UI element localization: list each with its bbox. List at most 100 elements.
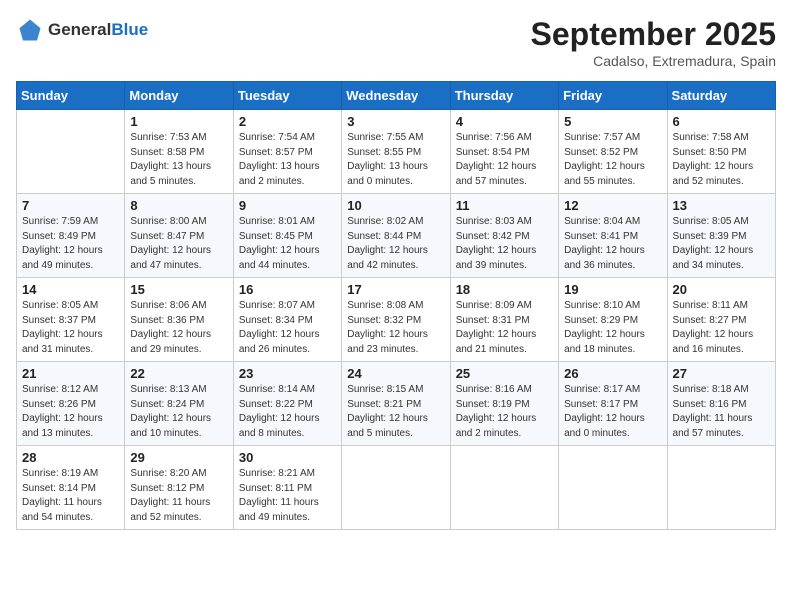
day-number: 18 [456, 282, 553, 297]
calendar-cell: 2 Sunrise: 7:54 AMSunset: 8:57 PMDaylight… [233, 110, 341, 194]
day-info: Sunrise: 8:08 AMSunset: 8:32 PMDaylight:… [347, 299, 444, 357]
logo-text: General Blue [48, 20, 148, 40]
calendar-cell: 8Sunrise: 8:00 AMSunset: 8:47 PMDaylight… [125, 194, 233, 278]
calendar-cell: 3Sunrise: 7:55 AMSunset: 8:55 PMDaylight… [342, 110, 450, 194]
calendar-cell: 25 Sunrise: 8:16 AMSunset: 8:19 PMDayligh… [450, 362, 558, 446]
day-number: 27 [673, 366, 770, 381]
weekday-header-sunday: Sunday [17, 82, 125, 110]
calendar-week-row: 28 Sunrise: 8:19 AMSunset: 8:14 PMDayligh… [17, 446, 776, 530]
day-info: Sunrise: 8:12 AMSunset: 8:26 PMDaylight:… [22, 383, 119, 441]
day-info: Sunrise: 8:02 AMSunset: 8:44 PMDaylight:… [347, 215, 444, 273]
month-title: September 2025 [531, 16, 776, 53]
day-number: 2 [239, 114, 336, 129]
calendar-cell: 15 Sunrise: 8:06 AMSunset: 8:36 PMDayligh… [125, 278, 233, 362]
logo-blue: Blue [111, 20, 148, 40]
day-info: Sunrise: 7:54 AMSunset: 8:57 PMDaylight:… [239, 131, 336, 189]
day-number: 15 [130, 282, 227, 297]
calendar-cell: 29 Sunrise: 8:20 AMSunset: 8:12 PMDayligh… [125, 446, 233, 530]
day-number: 7 [22, 198, 119, 213]
weekday-header-saturday: Saturday [667, 82, 775, 110]
day-info: Sunrise: 8:13 AMSunset: 8:24 PMDaylight:… [130, 383, 227, 441]
day-info: Sunrise: 7:58 AMSunset: 8:50 PMDaylight:… [673, 131, 770, 189]
day-number: 16 [239, 282, 336, 297]
calendar-cell: 24Sunrise: 8:15 AMSunset: 8:21 PMDayligh… [342, 362, 450, 446]
day-number: 10 [347, 198, 444, 213]
day-number: 20 [673, 282, 770, 297]
calendar-cell: 1Sunrise: 7:53 AMSunset: 8:58 PMDaylight… [125, 110, 233, 194]
day-number: 29 [130, 450, 227, 465]
calendar-cell: 27 Sunrise: 8:18 AMSunset: 8:16 PMDayligh… [667, 362, 775, 446]
day-number: 12 [564, 198, 661, 213]
day-number: 19 [564, 282, 661, 297]
day-info: Sunrise: 8:18 AMSunset: 8:16 PMDaylight:… [673, 383, 770, 441]
calendar-cell [342, 446, 450, 530]
calendar-cell: 26Sunrise: 8:17 AMSunset: 8:17 PMDayligh… [559, 362, 667, 446]
weekday-header-tuesday: Tuesday [233, 82, 341, 110]
day-number: 28 [22, 450, 119, 465]
day-number: 25 [456, 366, 553, 381]
calendar-cell: 19 Sunrise: 8:10 AMSunset: 8:29 PMDayligh… [559, 278, 667, 362]
day-info: Sunrise: 8:11 AMSunset: 8:27 PMDaylight:… [673, 299, 770, 357]
calendar-cell: 16 Sunrise: 8:07 AMSunset: 8:34 PMDayligh… [233, 278, 341, 362]
calendar-cell: 21 Sunrise: 8:12 AMSunset: 8:26 PMDayligh… [17, 362, 125, 446]
day-info: Sunrise: 8:04 AMSunset: 8:41 PMDaylight:… [564, 215, 661, 273]
calendar-cell: 20 Sunrise: 8:11 AMSunset: 8:27 PMDayligh… [667, 278, 775, 362]
day-info: Sunrise: 8:05 AMSunset: 8:39 PMDaylight:… [673, 215, 770, 273]
calendar-cell: 9 Sunrise: 8:01 AMSunset: 8:45 PMDaylight… [233, 194, 341, 278]
day-number: 23 [239, 366, 336, 381]
calendar-week-row: 1Sunrise: 7:53 AMSunset: 8:58 PMDaylight… [17, 110, 776, 194]
day-info: Sunrise: 7:59 AMSunset: 8:49 PMDaylight:… [22, 215, 119, 273]
weekday-header-thursday: Thursday [450, 82, 558, 110]
logo-general: General [48, 20, 111, 40]
day-info: Sunrise: 8:14 AMSunset: 8:22 PMDaylight:… [239, 383, 336, 441]
calendar-week-row: 7 Sunrise: 7:59 AMSunset: 8:49 PMDaylight… [17, 194, 776, 278]
day-number: 14 [22, 282, 119, 297]
title-block: September 2025 Cadalso, Extremadura, Spa… [531, 16, 776, 69]
calendar-cell: 11 Sunrise: 8:03 AMSunset: 8:42 PMDayligh… [450, 194, 558, 278]
day-info: Sunrise: 8:17 AMSunset: 8:17 PMDaylight:… [564, 383, 661, 441]
weekday-header-friday: Friday [559, 82, 667, 110]
day-info: Sunrise: 8:05 AMSunset: 8:37 PMDaylight:… [22, 299, 119, 357]
day-number: 22 [130, 366, 227, 381]
calendar-cell: 12 Sunrise: 8:04 AMSunset: 8:41 PMDayligh… [559, 194, 667, 278]
calendar-cell: 14 Sunrise: 8:05 AMSunset: 8:37 PMDayligh… [17, 278, 125, 362]
day-number: 13 [673, 198, 770, 213]
subtitle: Cadalso, Extremadura, Spain [531, 53, 776, 69]
day-info: Sunrise: 8:07 AMSunset: 8:34 PMDaylight:… [239, 299, 336, 357]
day-info: Sunrise: 8:15 AMSunset: 8:21 PMDaylight:… [347, 383, 444, 441]
day-info: Sunrise: 8:06 AMSunset: 8:36 PMDaylight:… [130, 299, 227, 357]
calendar-cell: 18 Sunrise: 8:09 AMSunset: 8:31 PMDayligh… [450, 278, 558, 362]
day-number: 3 [347, 114, 444, 129]
calendar-cell: 4Sunrise: 7:56 AMSunset: 8:54 PMDaylight… [450, 110, 558, 194]
day-number: 1 [130, 114, 227, 129]
logo-icon [16, 16, 44, 44]
day-number: 17 [347, 282, 444, 297]
day-info: Sunrise: 8:20 AMSunset: 8:12 PMDaylight:… [130, 467, 227, 525]
day-info: Sunrise: 8:03 AMSunset: 8:42 PMDaylight:… [456, 215, 553, 273]
calendar-cell: 22 Sunrise: 8:13 AMSunset: 8:24 PMDayligh… [125, 362, 233, 446]
calendar-cell: 5Sunrise: 7:57 AMSunset: 8:52 PMDaylight… [559, 110, 667, 194]
calendar-cell: 28 Sunrise: 8:19 AMSunset: 8:14 PMDayligh… [17, 446, 125, 530]
day-number: 21 [22, 366, 119, 381]
calendar-cell [450, 446, 558, 530]
calendar-cell: 7 Sunrise: 7:59 AMSunset: 8:49 PMDaylight… [17, 194, 125, 278]
calendar-week-row: 14 Sunrise: 8:05 AMSunset: 8:37 PMDayligh… [17, 278, 776, 362]
calendar-table: SundayMondayTuesdayWednesdayThursdayFrid… [16, 81, 776, 530]
calendar-cell: 13 Sunrise: 8:05 AMSunset: 8:39 PMDayligh… [667, 194, 775, 278]
day-number: 11 [456, 198, 553, 213]
calendar-cell: 30Sunrise: 8:21 AMSunset: 8:11 PMDayligh… [233, 446, 341, 530]
day-info: Sunrise: 8:19 AMSunset: 8:14 PMDaylight:… [22, 467, 119, 525]
calendar-cell: 23 Sunrise: 8:14 AMSunset: 8:22 PMDayligh… [233, 362, 341, 446]
day-number: 4 [456, 114, 553, 129]
day-info: Sunrise: 8:09 AMSunset: 8:31 PMDaylight:… [456, 299, 553, 357]
page-header: General Blue September 2025 Cadalso, Ext… [16, 16, 776, 69]
day-info: Sunrise: 7:57 AMSunset: 8:52 PMDaylight:… [564, 131, 661, 189]
calendar-cell: 6Sunrise: 7:58 AMSunset: 8:50 PMDaylight… [667, 110, 775, 194]
day-number: 30 [239, 450, 336, 465]
day-info: Sunrise: 8:16 AMSunset: 8:19 PMDaylight:… [456, 383, 553, 441]
calendar-cell [667, 446, 775, 530]
day-info: Sunrise: 8:01 AMSunset: 8:45 PMDaylight:… [239, 215, 336, 273]
day-info: Sunrise: 8:10 AMSunset: 8:29 PMDaylight:… [564, 299, 661, 357]
day-number: 8 [130, 198, 227, 213]
day-number: 9 [239, 198, 336, 213]
